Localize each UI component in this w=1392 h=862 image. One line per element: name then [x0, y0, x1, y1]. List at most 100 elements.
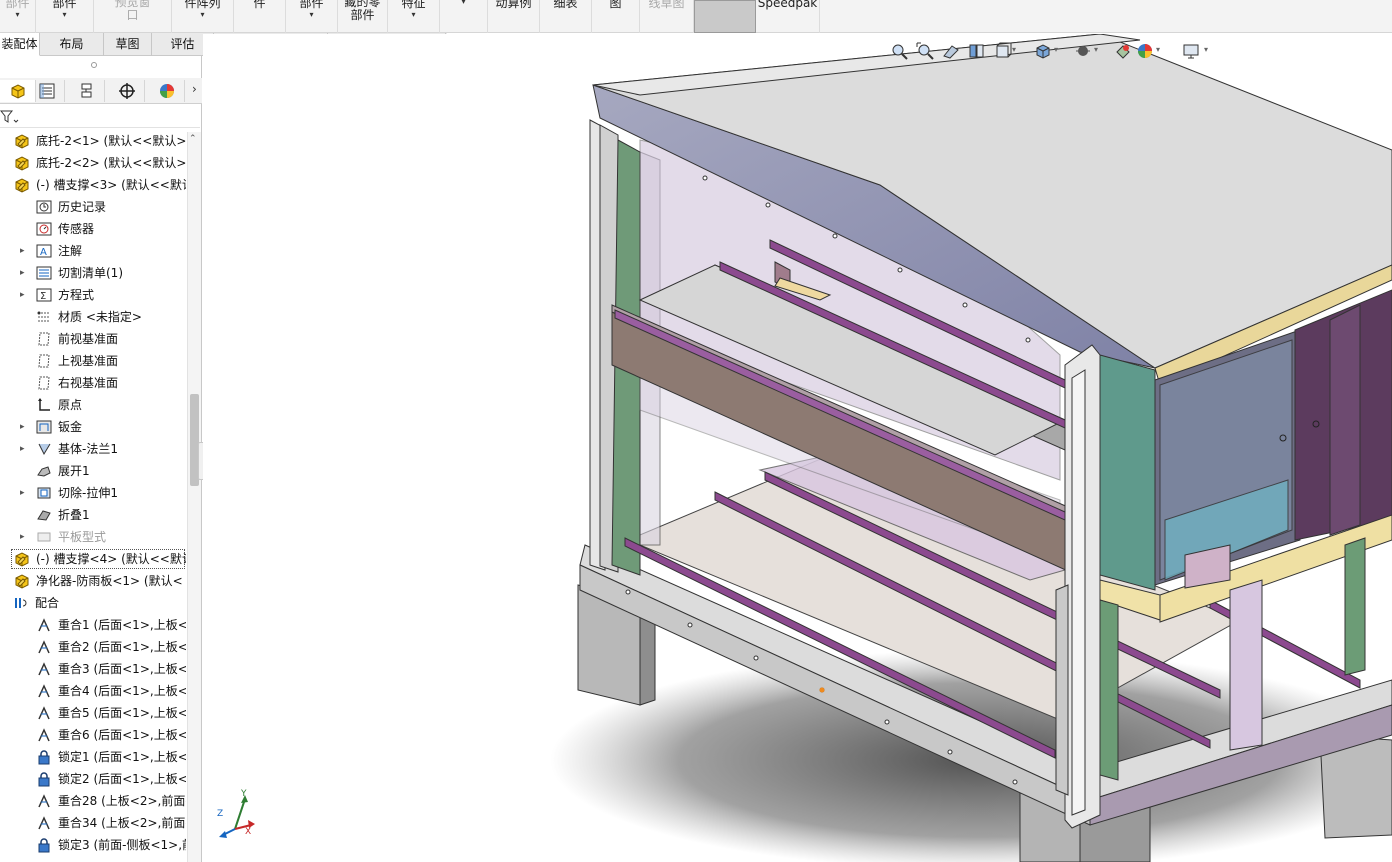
edit-appearance-icon[interactable]	[1136, 42, 1154, 60]
tree-expander-collapsed-icon[interactable]: ▸	[20, 284, 30, 306]
ribbon-button-12[interactable]: 线草图	[640, 0, 694, 33]
more-tabs-chevron-icon[interactable]: ›	[192, 82, 197, 96]
panel-resize-grip[interactable]	[91, 62, 97, 68]
view-orientation-dropdown-caret-icon[interactable]: ▾	[1054, 45, 1058, 54]
property-manager-tab[interactable]	[29, 80, 65, 102]
tab-2[interactable]: 草图	[104, 33, 152, 56]
display-manager-tab[interactable]	[149, 80, 185, 102]
tree-item[interactable]: 底托-2<1> (默认<<默认>_	[0, 130, 186, 152]
view-settings-dropdown-caret-icon[interactable]: ▾	[1204, 45, 1208, 54]
ribbon-button-2[interactable]: 预览窗口	[94, 0, 172, 33]
tree-expander-collapsed-icon[interactable]: ▸	[20, 482, 30, 504]
previous-view-icon[interactable]	[942, 42, 960, 60]
ribbon-button-0[interactable]: 部件 ▾	[0, 0, 36, 33]
ribbon-button-11[interactable]: 图	[592, 0, 640, 33]
ribbon-button-7[interactable]: 特征 ▾	[388, 0, 440, 33]
tree-item[interactable]: 传感器	[0, 218, 186, 240]
tree-item[interactable]: 原点	[0, 394, 186, 416]
tree-item[interactable]: ▸ 钣金	[0, 416, 186, 438]
tree-item[interactable]: 重合4 (后面<1>,上板<2	[0, 680, 186, 702]
view-orientation-icon[interactable]	[1034, 42, 1052, 60]
view-settings-monitor-icon[interactable]	[1182, 42, 1200, 60]
tree-item[interactable]: 展开1	[0, 460, 186, 482]
hide-show-items-icon[interactable]	[1114, 42, 1132, 60]
tree-item[interactable]: 锁定3 (前面-侧板<1>,前	[0, 834, 186, 856]
tree-item[interactable]: 重合34 (上板<2>,前面-	[0, 812, 186, 834]
appearance-dropdown-caret-icon[interactable]: ▾	[1156, 45, 1160, 54]
dropdown-caret-icon[interactable]: ▾	[440, 0, 487, 6]
ribbon-button-label: 细表	[553, 0, 578, 10]
tree-item[interactable]: (-) 槽支撑<4> (默认<<默认	[10, 548, 186, 570]
tree-item[interactable]: 重合3 (后面<1>,上板<	[0, 658, 186, 680]
ribbon-button-label: 部件	[52, 0, 77, 10]
tree-item[interactable]: 上视基准面	[0, 350, 186, 372]
ribbon-button-6[interactable]: 藏的零 部件	[338, 0, 388, 33]
graphics-area[interactable]: ▾ ▾ ▾ ▾ ▾ Z X Y	[203, 34, 1392, 862]
tree-item[interactable]: 折叠1	[0, 504, 186, 526]
mate-icon	[36, 617, 52, 633]
appearance-pie-icon	[159, 84, 174, 98]
part-icon	[14, 133, 30, 149]
tree-item[interactable]: 右视基准面	[0, 372, 186, 394]
ribbon-button-3[interactable]: 件阵列 ▾	[172, 0, 234, 33]
section-view-icon[interactable]	[968, 42, 986, 60]
tree-item[interactable]: ▸ 切除-拉伸1	[0, 482, 186, 504]
display-style-dropdown-caret-icon[interactable]: ▾	[1094, 45, 1098, 54]
tab-0[interactable]: 装配体	[0, 33, 40, 56]
zoom-to-fit-icon[interactable]	[890, 42, 908, 60]
tree-item[interactable]: ▸ Σ 方程式	[0, 284, 186, 306]
tree-item[interactable]: ▸ 平板型式	[0, 526, 186, 548]
ribbon-button-5[interactable]: 部件 ▾	[286, 0, 338, 33]
svg-text:Σ: Σ	[40, 291, 46, 302]
mate-icon	[36, 815, 52, 831]
tree-item[interactable]: ▸ 切割清单(1)	[0, 262, 186, 284]
tree-item[interactable]: 前视基准面	[0, 328, 186, 350]
tree-item[interactable]: 重合28 (上板<2>,前面-	[0, 790, 186, 812]
tree-expander-collapsed-icon[interactable]: ▸	[20, 240, 30, 262]
display-style-icon[interactable]	[1074, 42, 1092, 60]
tree-item[interactable]: ▸ 基体-法兰1	[0, 438, 186, 460]
ribbon-button-8[interactable]: ▾	[440, 0, 488, 33]
tree-expander-collapsed-icon[interactable]: ▸	[20, 416, 30, 438]
tree-item-label: 重合28 (上板<2>,前面-	[58, 794, 186, 808]
dropdown-caret-icon[interactable]: ▾	[0, 10, 35, 19]
ribbon-button-13[interactable]	[694, 0, 756, 33]
ribbon-button-9[interactable]: 动算例	[488, 0, 540, 33]
tree-item[interactable]: 重合1 (后面<1>,上板<	[0, 614, 186, 636]
dynamic-annotation-views-icon[interactable]	[994, 42, 1012, 60]
zoom-to-area-icon[interactable]	[916, 42, 934, 60]
dropdown-caret-icon[interactable]: ▾	[286, 10, 337, 19]
dynamic-annotation-dropdown-caret-icon[interactable]: ▾	[1012, 45, 1016, 54]
tree-expander-collapsed-icon[interactable]: ▸	[20, 526, 30, 548]
tree-item[interactable]: 锁定1 (后面<1>,上板<	[0, 746, 186, 768]
tab-1[interactable]: 布局	[40, 33, 104, 56]
tree-item[interactable]: 材质 <未指定>	[0, 306, 186, 328]
tree-expander-collapsed-icon[interactable]: ▸	[20, 438, 30, 460]
ribbon-button-4[interactable]: 件	[234, 0, 286, 33]
scroll-up-arrow-icon[interactable]: ⌃	[189, 134, 197, 144]
tree-item[interactable]: (-) 槽支撑<3> (默认<<默认	[0, 174, 186, 196]
mate-icon	[36, 705, 52, 721]
tree-item[interactable]: 历史记录	[0, 196, 186, 218]
tree-item[interactable]: 重合6 (后面<1>,上板<2	[0, 724, 186, 746]
ribbon-button-14[interactable]: Speedpak	[756, 0, 820, 33]
dimxpert-manager-tab[interactable]	[109, 80, 145, 102]
tree-item[interactable]: 重合5 (后面<1>,上板<2	[0, 702, 186, 724]
ribbon-button-10[interactable]: 细表	[540, 0, 592, 33]
tree-filter-row[interactable]	[0, 106, 200, 128]
tree-item[interactable]: 配合	[0, 592, 186, 614]
tree-item[interactable]: 重合2 (后面<1>,上板<	[0, 636, 186, 658]
configuration-manager-tab[interactable]	[69, 80, 105, 102]
tree-item[interactable]: 净化器-防雨板<1> (默认<	[0, 570, 186, 592]
tree-item[interactable]: 底托-2<2> (默认<<默认>_	[0, 152, 186, 174]
dropdown-caret-icon[interactable]: ▾	[388, 10, 439, 19]
dropdown-caret-icon[interactable]: ▾	[172, 10, 233, 19]
tree-item[interactable]: ▸ A 注解	[0, 240, 186, 262]
assembly-model-view[interactable]	[203, 34, 1392, 862]
ribbon-button-1[interactable]: 部件 ▾	[36, 0, 94, 33]
tree-scrollbar[interactable]: ⌃	[187, 132, 201, 862]
filter-funnel-icon[interactable]	[0, 108, 20, 126]
tree-expander-collapsed-icon[interactable]: ▸	[20, 262, 30, 284]
tree-item[interactable]: 锁定2 (后面<1>,上板<2	[0, 768, 186, 790]
dropdown-caret-icon[interactable]: ▾	[36, 10, 93, 19]
